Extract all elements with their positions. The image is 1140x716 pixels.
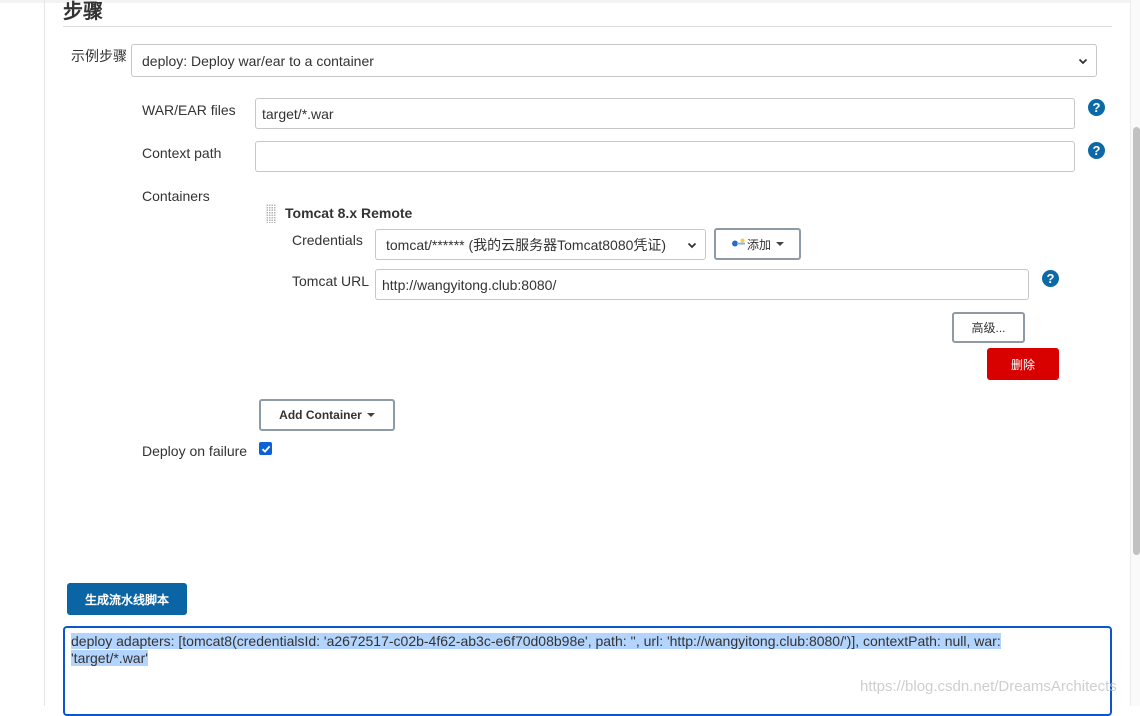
war-files-input[interactable]: target/*.war xyxy=(255,98,1075,129)
container-title: Tomcat 8.x Remote xyxy=(285,205,413,221)
drag-handle-icon[interactable] xyxy=(266,204,276,223)
top-strip xyxy=(0,0,1140,3)
generated-script-textarea[interactable]: deploy adapters: [tomcat8(credentialsId:… xyxy=(63,626,1112,716)
chevron-down-icon xyxy=(687,242,697,248)
caret-down-icon xyxy=(776,242,784,246)
delete-container-button[interactable]: 删除 xyxy=(987,348,1059,380)
key-icon xyxy=(731,238,745,247)
sample-step-label: 示例步骤 xyxy=(71,48,127,64)
context-path-label: Context path xyxy=(142,145,222,161)
caret-down-icon xyxy=(366,413,375,417)
containers-label: Containers xyxy=(142,188,210,204)
war-files-label: WAR/EAR files xyxy=(142,102,236,118)
chevron-down-icon xyxy=(1078,58,1088,64)
advanced-button[interactable]: 高级... xyxy=(952,312,1025,343)
context-path-input[interactable] xyxy=(255,141,1075,172)
watermark: https://blog.csdn.net/DreamsArchitects xyxy=(860,678,1117,695)
deploy-on-failure-checkbox[interactable] xyxy=(259,442,272,455)
tomcat-url-help-icon[interactable]: ? xyxy=(1042,270,1059,287)
tomcat-url-input[interactable]: http://wangyitong.club:8080/ xyxy=(375,269,1029,300)
sample-step-select[interactable]: deploy: Deploy war/ear to a container xyxy=(131,44,1097,77)
add-credentials-button[interactable]: 添加 xyxy=(714,228,801,260)
add-credentials-label: 添加 xyxy=(746,237,771,252)
credentials-label: Credentials xyxy=(292,232,363,248)
left-divider xyxy=(44,0,45,706)
tomcat-url-value: http://wangyitong.club:8080/ xyxy=(382,276,557,293)
war-files-value: target/*.war xyxy=(262,105,334,122)
credentials-select[interactable]: tomcat/****** (我的云服务器Tomcat8080凭证) xyxy=(375,229,706,260)
scrollbar-thumb[interactable] xyxy=(1133,127,1140,555)
script-line-1: deploy adapters: [tomcat8(credentialsId:… xyxy=(71,633,1001,649)
add-container-button[interactable]: Add Container xyxy=(259,399,395,431)
check-icon xyxy=(261,445,270,453)
deploy-on-failure-label: Deploy on failure xyxy=(142,443,248,459)
war-files-help-icon[interactable]: ? xyxy=(1088,99,1105,116)
add-container-label: Add Container xyxy=(279,408,362,422)
context-path-help-icon[interactable]: ? xyxy=(1088,142,1105,159)
generate-pipeline-script-button[interactable]: 生成流水线脚本 xyxy=(67,583,187,615)
sample-step-value: deploy: Deploy war/ear to a container xyxy=(142,52,374,69)
section-divider xyxy=(63,26,1112,27)
section-title: 步骤 xyxy=(63,1,103,23)
credentials-value: tomcat/****** (我的云服务器Tomcat8080凭证) xyxy=(386,236,667,253)
script-line-2: 'target/*.war' xyxy=(71,650,148,666)
tomcat-url-label: Tomcat URL xyxy=(292,273,370,289)
